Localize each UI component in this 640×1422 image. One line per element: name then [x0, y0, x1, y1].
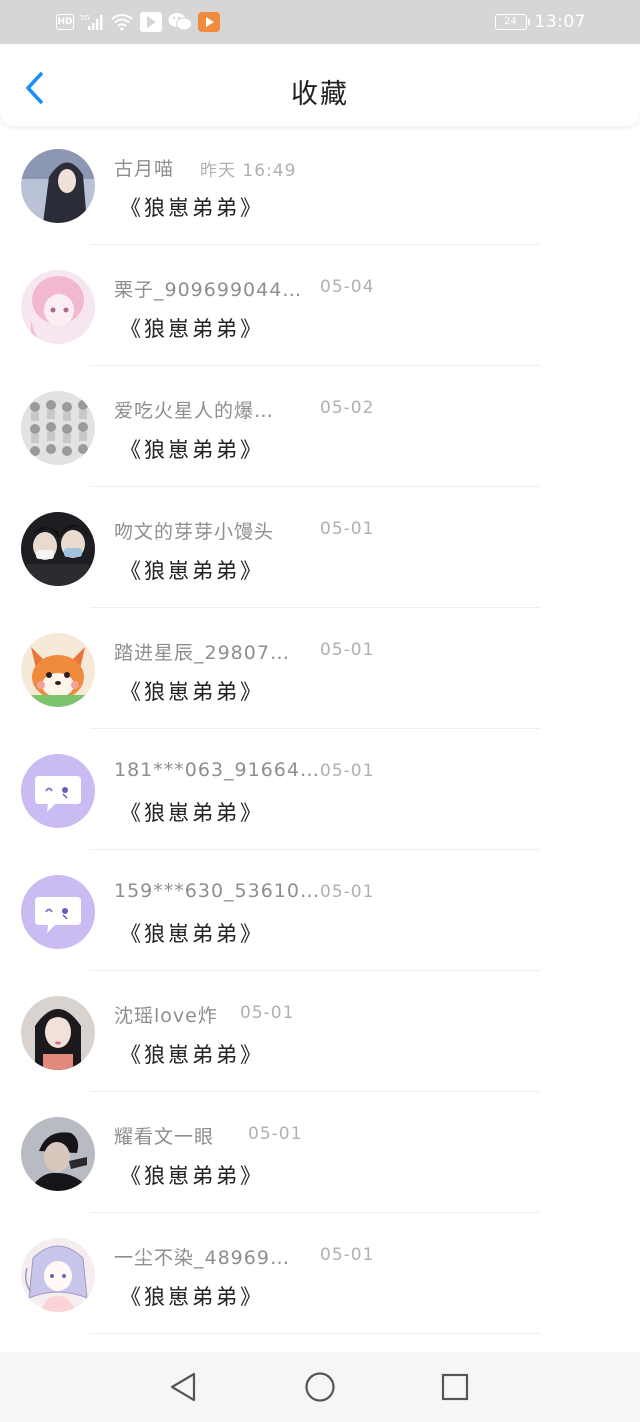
book-title: 《狼崽弟弟》 — [120, 1043, 264, 1067]
page-title: 收藏 — [291, 79, 349, 110]
status-time: 13:07 — [534, 12, 586, 32]
avatar[interactable] — [21, 996, 95, 1070]
network-type-label: 5G — [80, 14, 90, 22]
user-name: 181***063_91664… — [114, 759, 320, 781]
anime-avatar-icon — [21, 1238, 95, 1312]
user-name: 159***630_53610… — [114, 880, 320, 902]
user-name: 沈瑶love炸 — [114, 1005, 218, 1027]
book-title: 《狼崽弟弟》 — [120, 1164, 264, 1188]
book-title: 《狼崽弟弟》 — [120, 680, 264, 704]
favorite-date: 05-01 — [320, 519, 375, 539]
list-item[interactable]: 181***063_91664… 05-01 《狼崽弟弟》 — [0, 729, 640, 850]
favorite-date: 05-04 — [320, 277, 375, 297]
photo-avatar-icon — [21, 512, 95, 586]
book-title: 《狼崽弟弟》 — [120, 196, 264, 220]
orange-app-icon — [198, 12, 220, 32]
user-name: 吻文的芽芽小馒头 — [114, 521, 275, 543]
avatar[interactable] — [21, 754, 95, 828]
book-title: 《狼崽弟弟》 — [120, 559, 264, 583]
status-icons-right: 24 13:07 — [494, 10, 587, 34]
avatar[interactable] — [21, 149, 95, 223]
favorite-date: 05-01 — [240, 1003, 295, 1023]
fox-avatar-icon — [21, 633, 95, 707]
list-item[interactable]: 沈瑶love炸 05-01 《狼崽弟弟》 — [0, 971, 640, 1092]
video-app-icon — [140, 12, 162, 32]
favorite-date: 05-01 — [248, 1124, 303, 1144]
triangle-back-icon — [170, 1372, 196, 1402]
wifi-icon — [110, 13, 134, 31]
avatar[interactable] — [21, 1238, 95, 1312]
avatar[interactable] — [21, 875, 95, 949]
user-name: 古月喵 — [114, 158, 175, 180]
favorite-date: 05-02 — [320, 398, 375, 418]
favorite-date: 05-01 — [320, 882, 375, 902]
favorite-date: 05-01 — [320, 1245, 375, 1265]
favorite-date: 05-01 — [320, 761, 375, 781]
book-title: 《狼崽弟弟》 — [120, 1285, 264, 1309]
list-item[interactable]: 踏进星辰_29807… 05-01 《狼崽弟弟》 — [0, 608, 640, 729]
avatar[interactable] — [21, 633, 95, 707]
favorite-date: 05-01 — [320, 640, 375, 660]
user-name: 一尘不染_48969… — [114, 1247, 290, 1269]
book-title: 《狼崽弟弟》 — [120, 801, 264, 825]
hd-icon: HD — [56, 14, 74, 30]
signal-icon: 5G — [80, 13, 104, 31]
square-recents-icon — [441, 1373, 469, 1401]
status-icons-left: HD 5G — [56, 10, 220, 34]
book-title: 《狼崽弟弟》 — [120, 317, 264, 341]
list-item[interactable]: 一尘不染_48969… 05-01 《狼崽弟弟》 — [0, 1213, 640, 1334]
list-item[interactable]: 爱吃火星人的爆… 05-02 《狼崽弟弟》 — [0, 366, 640, 487]
book-title: 《狼崽弟弟》 — [120, 438, 264, 462]
list-item[interactable]: 古月喵 昨天 16:49 《狼崽弟弟》 — [0, 124, 640, 245]
nav-back-button[interactable] — [166, 1370, 200, 1404]
user-name: 爱吃火星人的爆… — [114, 400, 275, 422]
avatar[interactable] — [21, 391, 95, 465]
divider — [90, 1333, 540, 1334]
photo-avatar-icon — [21, 996, 95, 1070]
avatar[interactable] — [21, 512, 95, 586]
photo-avatar-icon — [21, 149, 95, 223]
book-title: 《狼崽弟弟》 — [120, 922, 264, 946]
user-name: 耀看文一眼 — [114, 1126, 215, 1148]
list-item[interactable]: 栗子_909699044… 05-04 《狼崽弟弟》 — [0, 245, 640, 366]
status-bar: HD 5G 24 13:07 — [0, 0, 640, 44]
default-chat-avatar-icon — [21, 754, 95, 828]
user-name: 栗子_909699044… — [114, 279, 303, 301]
avatar[interactable] — [21, 1117, 95, 1191]
photo-avatar-icon — [21, 1117, 95, 1191]
wechat-icon — [168, 12, 192, 32]
nav-home-button[interactable] — [303, 1370, 337, 1404]
list-item[interactable]: 159***630_53610… 05-01 《狼崽弟弟》 — [0, 850, 640, 971]
anime-avatar-icon — [21, 270, 95, 344]
favorites-list: 古月喵 昨天 16:49 《狼崽弟弟》 栗子_909699044… 05-04 … — [0, 124, 640, 1334]
avatar[interactable] — [21, 270, 95, 344]
list-item[interactable]: 吻文的芽芽小馒头 05-01 《狼崽弟弟》 — [0, 487, 640, 608]
photo-avatar-icon — [21, 391, 95, 465]
list-item[interactable]: 耀看文一眼 05-01 《狼崽弟弟》 — [0, 1092, 640, 1213]
favorite-date: 昨天 16:49 — [200, 161, 297, 181]
battery-icon: 24 — [494, 14, 530, 30]
circle-home-icon — [305, 1372, 335, 1402]
header: 收藏 — [0, 44, 640, 126]
default-chat-avatar-icon — [21, 875, 95, 949]
system-nav-bar — [0, 1352, 640, 1422]
nav-recents-button[interactable] — [438, 1370, 472, 1404]
user-name: 踏进星辰_29807… — [114, 642, 290, 664]
